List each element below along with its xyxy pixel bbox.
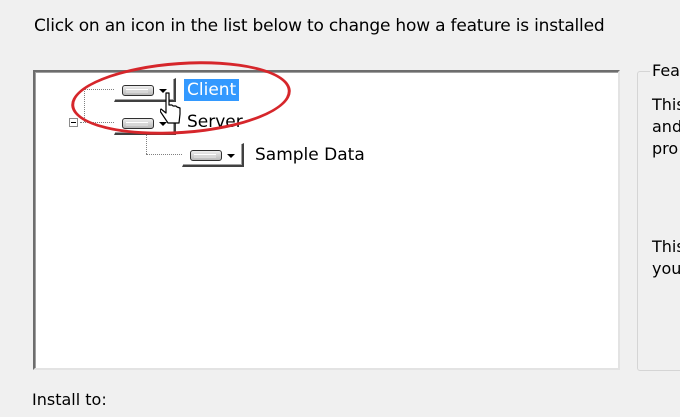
mouse-cursor-icon [160, 92, 181, 124]
tree-item-sample-data-label[interactable]: Sample Data [252, 144, 368, 166]
description-line: This [652, 95, 680, 114]
tree-connector-child-trunk [146, 135, 147, 154]
feature-description-title: Fea [650, 61, 680, 80]
description-line: you [652, 259, 680, 278]
install-to-label: Install to: [32, 390, 107, 409]
description-line: and [652, 117, 680, 136]
description-line: This [652, 237, 680, 256]
dropdown-arrow-icon [227, 154, 235, 158]
description-line: pro [652, 139, 679, 158]
collapse-server-expander[interactable] [69, 118, 78, 127]
tree-connector-sample-data [146, 154, 182, 155]
hard-drive-icon [190, 150, 222, 161]
sample-data-feature-dropdown[interactable] [182, 143, 244, 167]
instruction-text: Click on an icon in the list below to ch… [34, 16, 605, 36]
